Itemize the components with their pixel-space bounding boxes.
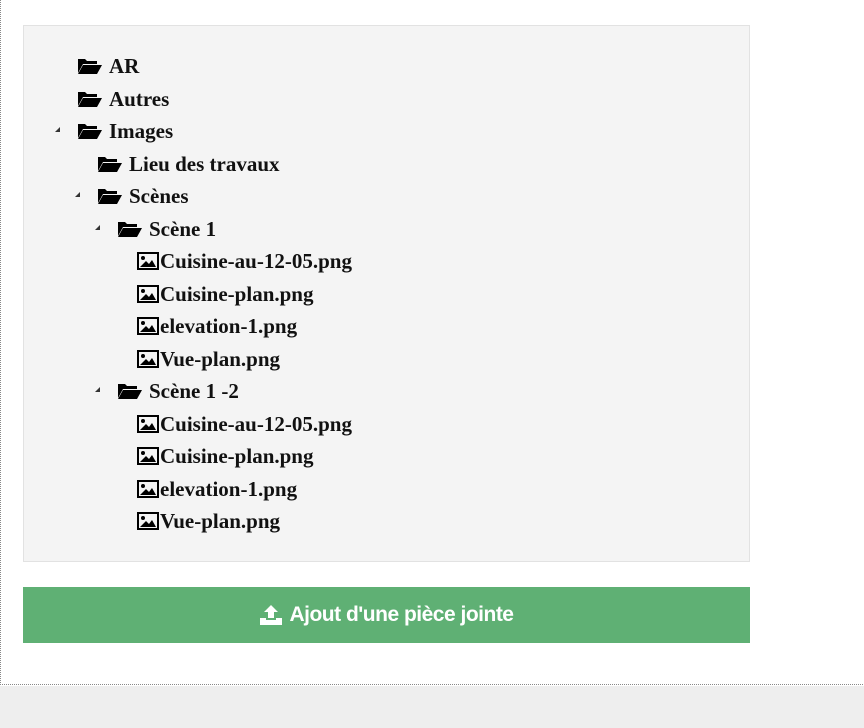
tree-file-item[interactable]: Cuisine-plan.png: [137, 278, 313, 310]
tree-item-scenes[interactable]: Scènes: [97, 180, 189, 212]
tree-item-ar[interactable]: AR: [77, 50, 139, 82]
folder-open-icon: [118, 222, 142, 237]
tree-item-label: Scène 1 -2: [149, 379, 239, 403]
tree-item-label: Cuisine-au-12-05.png: [160, 412, 352, 436]
image-file-icon: [137, 252, 159, 270]
image-file-icon: [137, 285, 159, 303]
upload-icon: [260, 605, 283, 625]
caret-expanded-icon[interactable]: [75, 192, 80, 197]
image-file-icon: [137, 350, 159, 368]
tree-item-autres[interactable]: Autres: [77, 83, 169, 115]
image-file-icon: [137, 447, 159, 465]
tree-item-label: AR: [109, 54, 140, 78]
folder-open-icon: [118, 384, 142, 399]
image-file-icon: [137, 317, 159, 335]
tree-file-item[interactable]: elevation-1.png: [137, 310, 297, 342]
add-attachment-button[interactable]: Ajout d'une pièce jointe: [23, 587, 750, 643]
tree-item-label: Scène 1: [149, 217, 217, 241]
tree-item-label: Images: [109, 119, 174, 143]
tree-file-item[interactable]: elevation-1.png: [137, 473, 297, 505]
caret-expanded-icon[interactable]: [95, 387, 100, 392]
tree-item-label: Autres: [109, 87, 170, 111]
tree-item-label: Vue-plan.png: [160, 347, 281, 371]
image-file-icon: [137, 480, 159, 498]
tree-item-label: Cuisine-plan.png: [160, 444, 314, 468]
tree-item-label: Scènes: [129, 184, 189, 208]
folder-open-icon: [78, 59, 102, 74]
image-file-icon: [137, 415, 159, 433]
tree-item-label: elevation-1.png: [160, 477, 298, 501]
tree-file-item[interactable]: Vue-plan.png: [137, 505, 280, 537]
image-file-icon: [137, 512, 159, 530]
folder-open-icon: [98, 157, 122, 172]
tree-item-lieu-des-travaux[interactable]: Lieu des travaux: [97, 148, 280, 180]
tree-item-scene-1[interactable]: Scène 1: [117, 213, 216, 245]
folder-open-icon: [78, 92, 102, 107]
folder-open-icon: [98, 189, 122, 204]
tree-item-label: Cuisine-plan.png: [160, 282, 314, 306]
folder-open-icon: [78, 124, 102, 139]
tree-file-item[interactable]: Vue-plan.png: [137, 343, 280, 375]
footer-area: [0, 686, 864, 728]
tree-item-label: elevation-1.png: [160, 314, 298, 338]
add-attachment-label: Ajout d'une pièce jointe: [289, 603, 514, 626]
tree-file-item[interactable]: Cuisine-au-12-05.png: [137, 245, 352, 277]
tree-file-item[interactable]: Cuisine-au-12-05.png: [137, 408, 352, 440]
tree-item-scene-1-2[interactable]: Scène 1 -2: [117, 375, 239, 407]
file-tree-container: AR Autres Images Lieu des travaux Scènes: [23, 25, 750, 562]
tree-item-images[interactable]: Images: [77, 115, 173, 147]
tree-file-item[interactable]: Cuisine-plan.png: [137, 440, 313, 472]
tree-item-label: Vue-plan.png: [160, 509, 281, 533]
tree-item-label: Lieu des travaux: [129, 152, 280, 176]
caret-expanded-icon[interactable]: [95, 225, 100, 230]
caret-expanded-icon[interactable]: [55, 127, 60, 132]
tree-item-label: Cuisine-au-12-05.png: [160, 249, 352, 273]
